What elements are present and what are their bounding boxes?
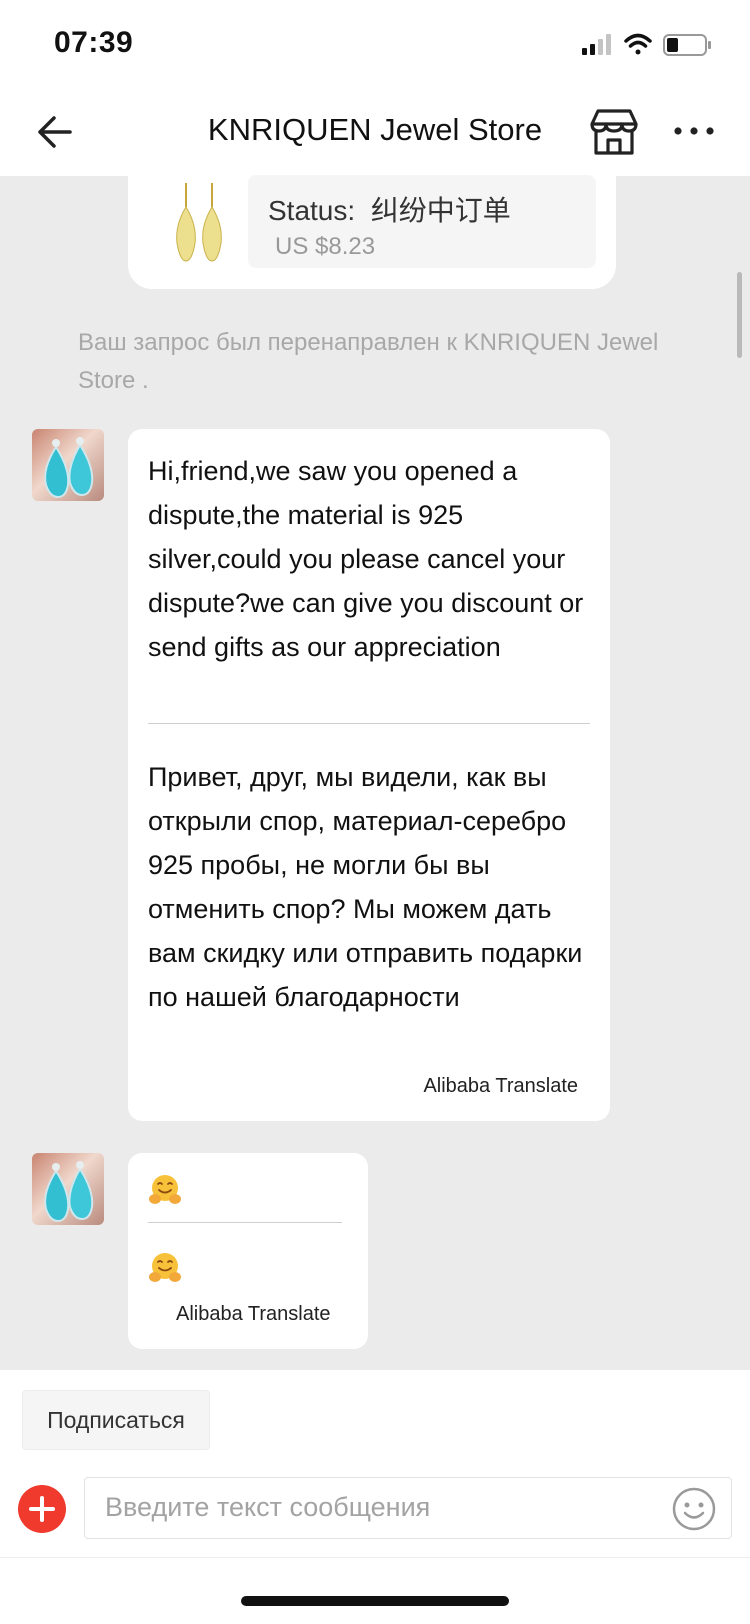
emoji-icon[interactable] (671, 1486, 717, 1532)
message-translated-text: Привет, друг, мы видели, как вы открыли … (148, 762, 583, 1012)
translate-credit: Alibaba Translate (423, 1075, 578, 1097)
store-icon[interactable] (588, 106, 640, 158)
order-info: Status: 纠纷中订单 US $8.23 (248, 175, 596, 268)
more-icon[interactable] (672, 116, 716, 146)
composer-panel: Подписаться Введите текст сообщения (0, 1370, 750, 1624)
order-status-label: Status: (268, 195, 356, 226)
system-message: Ваш запрос был перенаправлен к KNRIQUEN … (78, 329, 659, 394)
hugging-face-emoji-icon (149, 1253, 181, 1282)
translation-divider (148, 723, 590, 724)
clock: 07:39 (54, 26, 134, 59)
earring-avatar-image (44, 1161, 94, 1223)
order-thumbnail (176, 183, 222, 262)
earring-avatar-image (44, 437, 94, 499)
message-input-placeholder: Введите текст сообщения (105, 1492, 431, 1522)
message-bubble[interactable]: Alibaba Translate (128, 1153, 368, 1349)
message-input[interactable]: Введите текст сообщения (84, 1477, 732, 1539)
add-icon[interactable] (18, 1485, 66, 1533)
avatar[interactable] (32, 1153, 104, 1225)
subscribe-button[interactable]: Подписаться (22, 1390, 210, 1450)
hugging-face-emoji-icon (149, 1175, 181, 1204)
order-card[interactable]: Status: 纠纷中订单 US $8.23 (128, 155, 616, 289)
message-original-text: Hi,friend,we saw you opened a dispute,th… (148, 456, 584, 662)
translation-divider (148, 1222, 342, 1223)
avatar[interactable] (32, 429, 104, 501)
store-title: KNRIQUEN Jewel Store (207, 112, 543, 147)
home-indicator[interactable] (241, 1596, 509, 1606)
translate-credit: Alibaba Translate (176, 1303, 331, 1325)
order-status-value: 纠纷中订单 (370, 195, 511, 226)
message-bubble[interactable]: Hi,friend,we saw you opened a dispute,th… (128, 429, 610, 1121)
cellular-signal-icon (582, 34, 611, 55)
order-status: Status: 纠纷中订单 (268, 189, 511, 229)
battery-icon (663, 34, 711, 56)
wifi-icon (624, 33, 652, 55)
scrollbar[interactable] (737, 272, 742, 358)
panel-divider (0, 1557, 750, 1558)
status-bar: 07:39 (0, 0, 750, 88)
order-price: US $8.23 (275, 233, 376, 260)
back-arrow-icon[interactable] (34, 110, 84, 154)
status-icons (582, 33, 711, 56)
